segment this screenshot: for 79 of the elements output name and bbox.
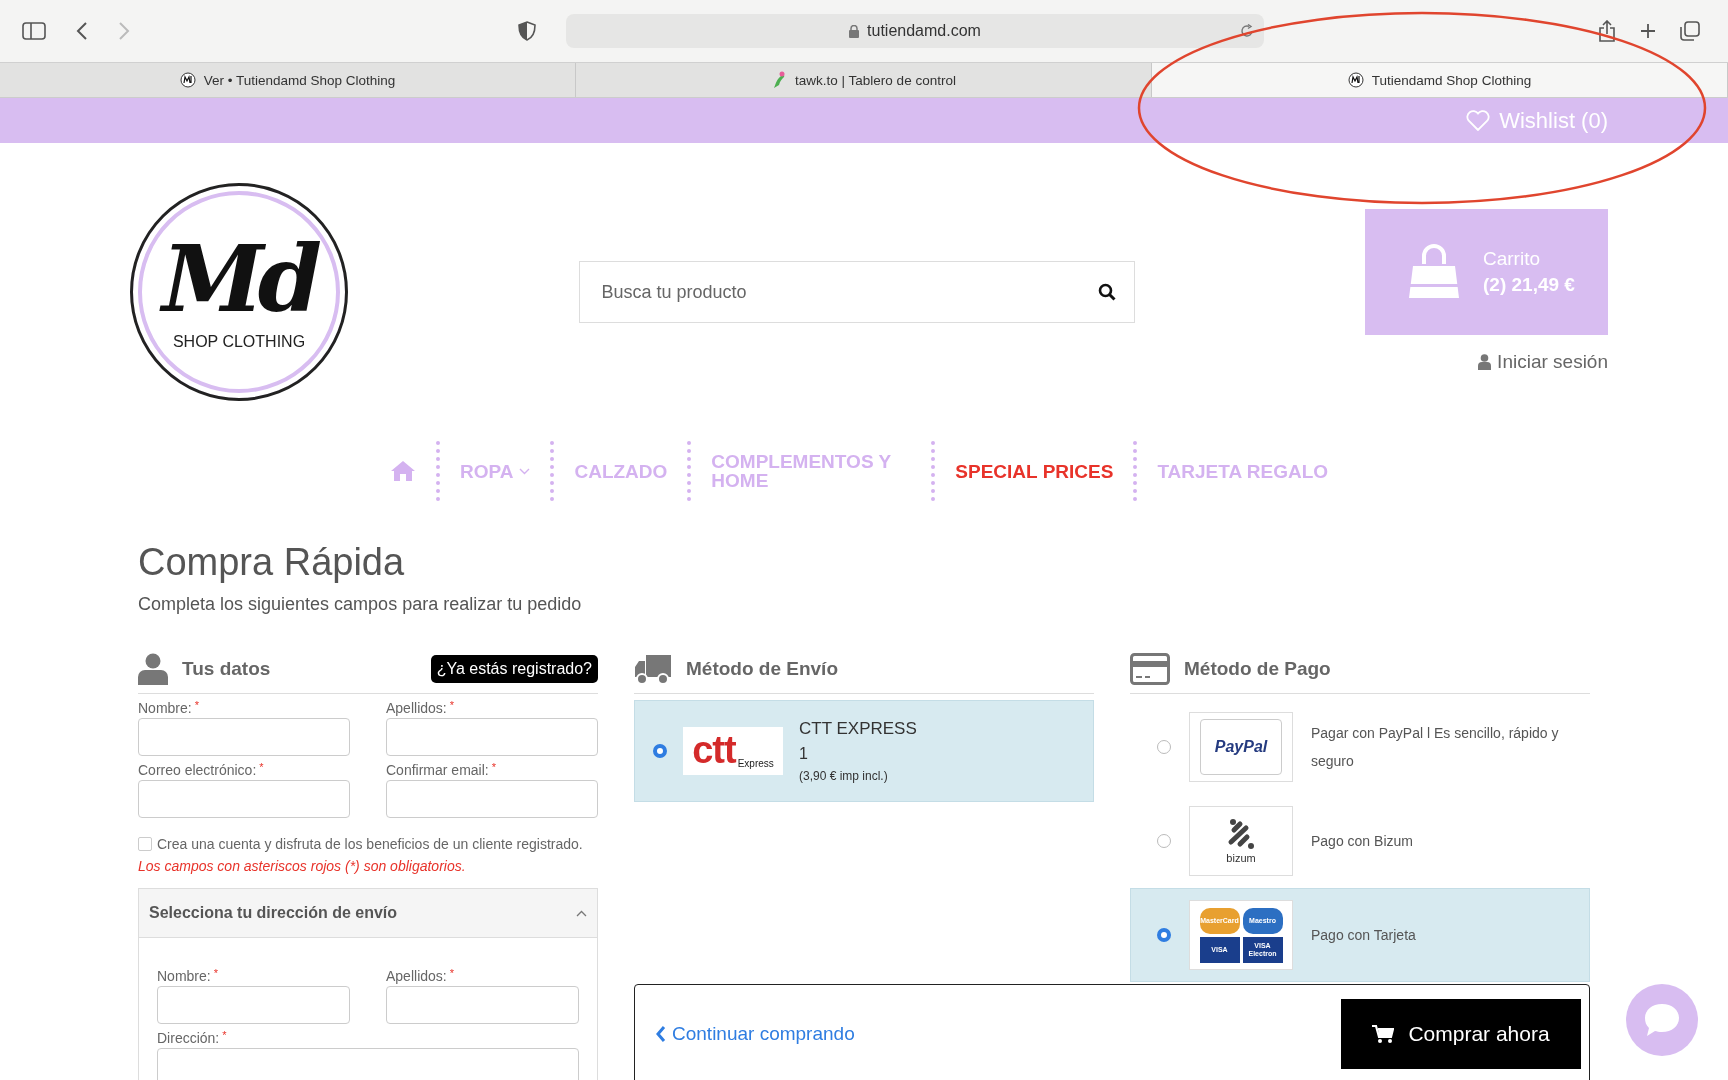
input-field[interactable] <box>157 1048 579 1080</box>
search-input[interactable]: Busca tu producto <box>599 280 1098 304</box>
payment-label: Pago con Tarjeta <box>1311 926 1416 945</box>
required-mark: * <box>449 968 454 979</box>
buy-now-button[interactable]: Comprar ahora <box>1341 999 1581 1069</box>
chevron-left-icon <box>655 1025 666 1043</box>
credit-card-icon <box>1130 653 1170 685</box>
section-heading: Método de Pago <box>1184 658 1331 680</box>
lock-icon <box>849 24 860 38</box>
url-text: tutiendamd.com <box>867 22 981 40</box>
field-label: Apellidos: <box>386 968 447 984</box>
browser-tab[interactable]: Ver • Tutiendamd Shop Clothing <box>0 63 576 97</box>
shopping-bag-icon <box>1407 244 1461 300</box>
shop-logo: Md SHOP CLOTHING <box>130 183 348 401</box>
reload-icon[interactable] <box>1240 24 1254 38</box>
heart-icon <box>1466 110 1491 131</box>
home-icon[interactable] <box>389 460 416 482</box>
required-mark: * <box>213 968 218 979</box>
page-title: Compra Rápida <box>138 541 406 584</box>
section-heading: Método de Envío <box>686 658 838 680</box>
input-field[interactable] <box>386 986 579 1024</box>
radio-button[interactable] <box>653 744 667 758</box>
input-field[interactable] <box>386 718 598 756</box>
page-subtitle: Completa los siguientes campos para realizar tu pedido <box>138 594 583 615</box>
favicon-icon <box>1347 72 1364 88</box>
payment-label: Pago con Bizum <box>1311 832 1413 851</box>
cart-icon <box>1372 1024 1395 1044</box>
payment-option[interactable]: PayPal Pagar con PayPal l Es sencillo, rápido y seguro <box>1130 700 1590 794</box>
field-label: Nombre: <box>138 700 192 716</box>
bizum-logo: bizum <box>1224 818 1258 864</box>
truck-icon <box>634 653 672 685</box>
input-field[interactable] <box>138 780 350 818</box>
radio-button[interactable] <box>1157 928 1171 942</box>
radio-button[interactable] <box>1157 834 1171 848</box>
shipping-price: (3,90 € imp incl.) <box>799 769 889 783</box>
address-bar[interactable]: tutiendamd.com <box>566 14 1264 48</box>
new-tab-icon[interactable] <box>1640 23 1656 39</box>
field-label: Nombre: <box>157 968 211 984</box>
chevron-down-icon <box>519 467 531 475</box>
input-field[interactable] <box>138 718 350 756</box>
shield-icon[interactable] <box>518 21 536 41</box>
chat-bubble-icon <box>1643 1002 1681 1038</box>
radio-button[interactable] <box>1157 740 1171 754</box>
section-heading: Tus datos <box>182 658 271 680</box>
user-icon <box>1478 354 1492 370</box>
checkbox[interactable] <box>138 837 152 851</box>
back-icon[interactable] <box>76 22 88 40</box>
field-label: Dirección: <box>157 1030 220 1046</box>
field-label: Apellidos: <box>386 700 447 716</box>
nav-link[interactable]: SPECIAL PRICES <box>955 461 1114 481</box>
forward-icon[interactable] <box>118 22 130 40</box>
payment-option[interactable]: bizum Pago con Bizum <box>1130 794 1590 888</box>
input-field[interactable] <box>386 780 598 818</box>
tabs-overview-icon[interactable] <box>1680 21 1700 41</box>
required-mark: * <box>449 700 454 711</box>
continue-shopping-link[interactable]: Continuar comprando <box>655 1023 855 1045</box>
required-mark: * <box>194 700 199 711</box>
favicon-icon <box>179 72 196 88</box>
login-link[interactable]: Iniciar sesión <box>1478 351 1608 373</box>
carrier-name: CTT EXPRESS <box>799 719 917 739</box>
accordion-header[interactable]: Selecciona tu dirección de envío <box>139 889 597 938</box>
field-label: Confirmar email: <box>386 762 489 778</box>
field-label: Correo electrónico: <box>138 762 257 778</box>
browser-tab[interactable]: Tutiendamd Shop Clothing <box>1152 63 1728 97</box>
required-mark: * <box>259 762 264 773</box>
required-mark: * <box>491 762 496 773</box>
search-icon[interactable] <box>1097 283 1116 301</box>
payment-label: Pagar con PayPal l Es sencillo, rápido y seguro <box>1311 724 1560 771</box>
checkbox-label: Crea una cuenta y disfruta de los beneficios de un cliente registrado. <box>157 836 583 852</box>
paypal-logo: PayPal <box>1200 719 1282 775</box>
search-bar[interactable]: Busca tu producto <box>578 261 1135 323</box>
login-prompt-button[interactable]: ¿Ya estás registrado? <box>430 655 598 683</box>
input-field[interactable] <box>157 986 350 1024</box>
delivery-info: 1 <box>799 745 809 763</box>
sidebar-icon[interactable] <box>22 22 46 40</box>
required-note: Los campos con asteriscos rojos (*) son obligatorios. <box>138 858 467 874</box>
share-icon[interactable] <box>1598 20 1616 42</box>
required-mark: * <box>222 1030 227 1041</box>
user-icon <box>138 653 168 685</box>
